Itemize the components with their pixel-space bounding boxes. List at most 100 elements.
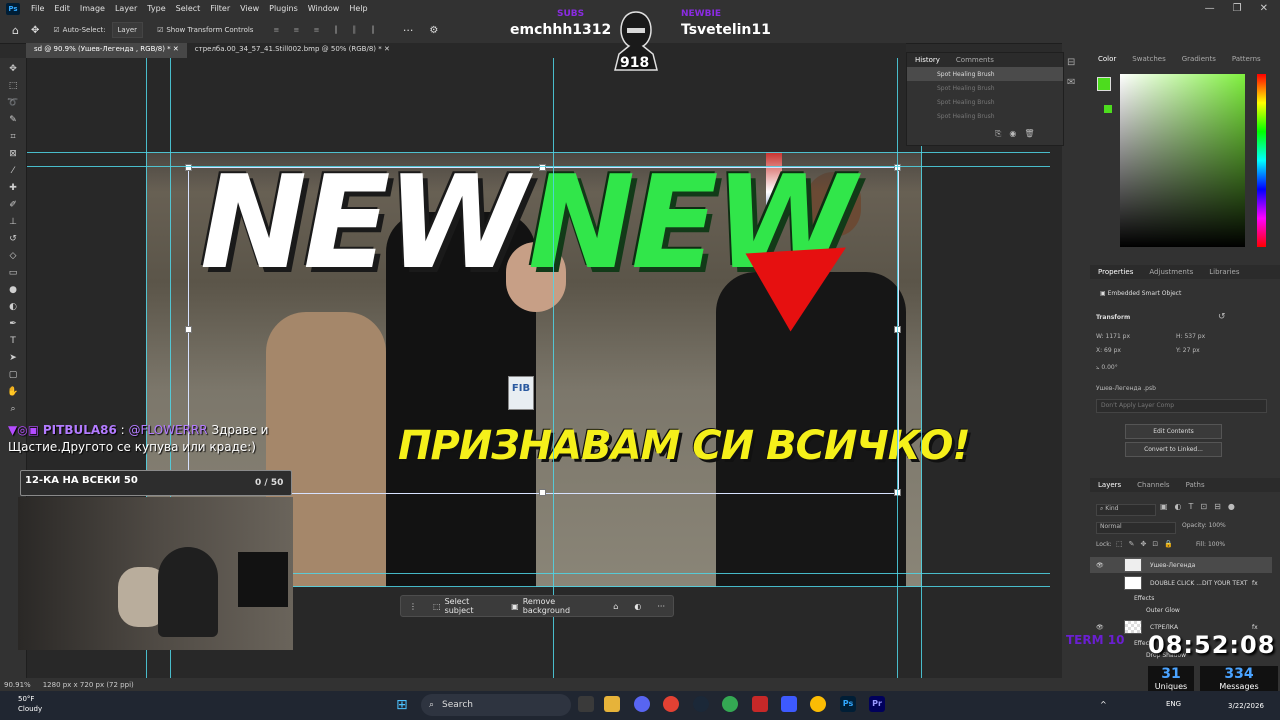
marquee-tool-icon[interactable]: ⬚ [7, 80, 19, 92]
path-select-icon[interactable]: ➤ [7, 352, 19, 364]
healing-brush-icon[interactable]: ✚ [7, 182, 19, 194]
premiere-taskbar-icon[interactable]: Pr [869, 696, 885, 712]
transform-handle[interactable] [185, 326, 192, 333]
lock-icons[interactable]: ⬚✎✥⊡🔒 [1116, 540, 1179, 548]
tab-adjustments[interactable]: Adjustments [1141, 268, 1201, 276]
settings-gear-icon[interactable]: ⚙ [429, 25, 438, 36]
mask-icon[interactable]: ⌂ [605, 596, 626, 616]
shape-tool-icon[interactable]: ▢ [7, 369, 19, 381]
history-actions-icons[interactable]: ⎘◉🗑 [995, 129, 1043, 139]
fill-field[interactable]: Fill: 100% [1196, 541, 1225, 548]
chrome-profile-icon[interactable] [810, 696, 826, 712]
tray-chevron-icon[interactable]: ^ [1100, 700, 1107, 709]
convert-to-linked-button[interactable]: Convert to Linked... [1125, 442, 1222, 457]
tab-swatches[interactable]: Swatches [1124, 55, 1173, 63]
blend-mode-dropdown[interactable]: Normal [1096, 522, 1176, 534]
panel-icon-history[interactable]: ⊟ [1067, 57, 1075, 68]
menu-edit[interactable]: Edit [49, 4, 75, 13]
crop-tool-icon[interactable]: ⌗ [7, 131, 19, 143]
taskbar-search[interactable]: ⌕ Search [421, 694, 571, 716]
foreground-swatch[interactable] [1097, 77, 1111, 91]
tab-color[interactable]: Color [1090, 55, 1124, 63]
tab-comments[interactable]: Comments [948, 56, 1002, 64]
pen-tool-icon[interactable]: ✒ [7, 318, 19, 330]
select-subject-button[interactable]: ⬚ Select subject [425, 596, 503, 616]
angle-field[interactable]: ⦣ 0.00° [1096, 364, 1118, 372]
close-tab-icon[interactable]: ✕ [384, 45, 390, 53]
show-transform-checkbox[interactable]: ☑ [157, 26, 163, 34]
move-tool-icon[interactable]: ✥ [7, 63, 19, 75]
history-brush-icon[interactable]: ↺ [7, 233, 19, 245]
frame-tool-icon[interactable]: ⊠ [7, 148, 19, 160]
task-view-icon[interactable] [578, 696, 594, 712]
chrome-profile-icon[interactable] [722, 696, 738, 712]
tab-libraries[interactable]: Libraries [1201, 268, 1247, 276]
language-indicator[interactable]: ENG [1166, 700, 1181, 708]
zoom-tool-icon[interactable]: ⌕ [7, 403, 19, 415]
y-field[interactable]: Y: 27 px [1176, 347, 1200, 354]
layer-filter-icons[interactable]: ▣◐T⊡⊟● [1160, 502, 1242, 511]
tab-properties[interactable]: Properties [1090, 268, 1141, 276]
layer-row[interactable]: DOUBLE CLICK ...DIT YOUR TEXT fx [1090, 575, 1272, 591]
tab-document-2[interactable]: стрелба.00_34_57_41.Still002.bmp @ 50% (… [187, 43, 398, 58]
taskbar-date[interactable]: 3/22/2026 [1228, 702, 1264, 710]
maximize-icon[interactable]: ❐ [1233, 3, 1242, 14]
guide-vertical[interactable] [553, 58, 554, 678]
x-field[interactable]: X: 69 px [1096, 347, 1121, 354]
menu-help[interactable]: Help [344, 4, 372, 13]
menu-file[interactable]: File [26, 4, 49, 13]
weather-widget[interactable]: 50°F Cloudy [18, 694, 42, 714]
discord-icon[interactable] [634, 696, 650, 712]
gradient-tool-icon[interactable]: ▭ [7, 267, 19, 279]
app-icon[interactable] [752, 696, 768, 712]
type-tool-icon[interactable]: T [7, 335, 19, 347]
height-field[interactable]: H: 537 px [1176, 333, 1205, 340]
photoshop-taskbar-icon[interactable]: Ps [840, 696, 856, 712]
tab-history[interactable]: History [907, 56, 948, 64]
menu-image[interactable]: Image [75, 4, 110, 13]
tab-layers[interactable]: Layers [1090, 481, 1129, 489]
app-icon[interactable] [781, 696, 797, 712]
history-item[interactable]: Spot Healing Brush [907, 67, 1063, 81]
close-tab-icon[interactable]: ✕ [173, 45, 179, 53]
panel-icon-comments[interactable]: ✉ [1067, 77, 1075, 88]
history-item[interactable]: Spot Healing Brush [907, 81, 1063, 95]
transform-handle[interactable] [539, 489, 546, 496]
eraser-tool-icon[interactable]: ◇ [7, 250, 19, 262]
more-options-icon[interactable]: ··· [403, 24, 414, 37]
blur-tool-icon[interactable]: ● [7, 284, 19, 296]
auto-select-target-dropdown[interactable]: Layer [111, 22, 144, 38]
align-icons[interactable]: ≡ ≡ ≡ ║ ║ ║ [273, 26, 380, 34]
guide-vertical[interactable] [921, 58, 922, 678]
windows-start-icon[interactable]: ⊞ [396, 697, 408, 713]
hue-slider[interactable] [1257, 74, 1266, 247]
steam-icon[interactable] [693, 696, 709, 712]
chrome-icon[interactable] [663, 696, 679, 712]
history-item[interactable]: Spot Healing Brush [907, 95, 1063, 109]
reset-transform-icon[interactable]: ↺ [1218, 312, 1226, 322]
brush-tool-icon[interactable]: ✐ [7, 199, 19, 211]
tab-patterns[interactable]: Patterns [1224, 55, 1269, 63]
move-tool-icon[interactable]: ✥ [31, 25, 39, 36]
more-icon[interactable]: ··· [649, 596, 673, 616]
web-color-swatch[interactable] [1104, 105, 1112, 113]
tab-paths[interactable]: Paths [1178, 481, 1213, 489]
lasso-tool-icon[interactable]: ➰ [7, 97, 19, 109]
layer-filter-kind[interactable]: ⌕ Kind [1096, 504, 1156, 516]
tab-gradients[interactable]: Gradients [1174, 55, 1224, 63]
quick-select-tool-icon[interactable]: ✎ [7, 114, 19, 126]
edit-contents-button[interactable]: Edit Contents [1125, 424, 1222, 439]
color-field[interactable] [1120, 74, 1245, 247]
menu-plugins[interactable]: Plugins [264, 4, 303, 13]
dodge-tool-icon[interactable]: ◐ [7, 301, 19, 313]
menu-type[interactable]: Type [142, 4, 170, 13]
visibility-eye-icon[interactable]: 👁 [1096, 562, 1104, 569]
minimize-icon[interactable]: — [1205, 3, 1215, 14]
menu-view[interactable]: View [235, 4, 264, 13]
guide-vertical[interactable] [897, 58, 898, 678]
eyedropper-tool-icon[interactable]: ⁄ [7, 165, 19, 177]
tab-document-1[interactable]: sd @ 90.9% (Ушев-Легенда , RGB/8) * ✕ [26, 43, 187, 58]
menu-select[interactable]: Select [171, 4, 206, 13]
visibility-eye-icon[interactable]: 👁 [1096, 624, 1104, 631]
layer-comp-dropdown[interactable]: Don't Apply Layer Comp [1096, 399, 1267, 413]
